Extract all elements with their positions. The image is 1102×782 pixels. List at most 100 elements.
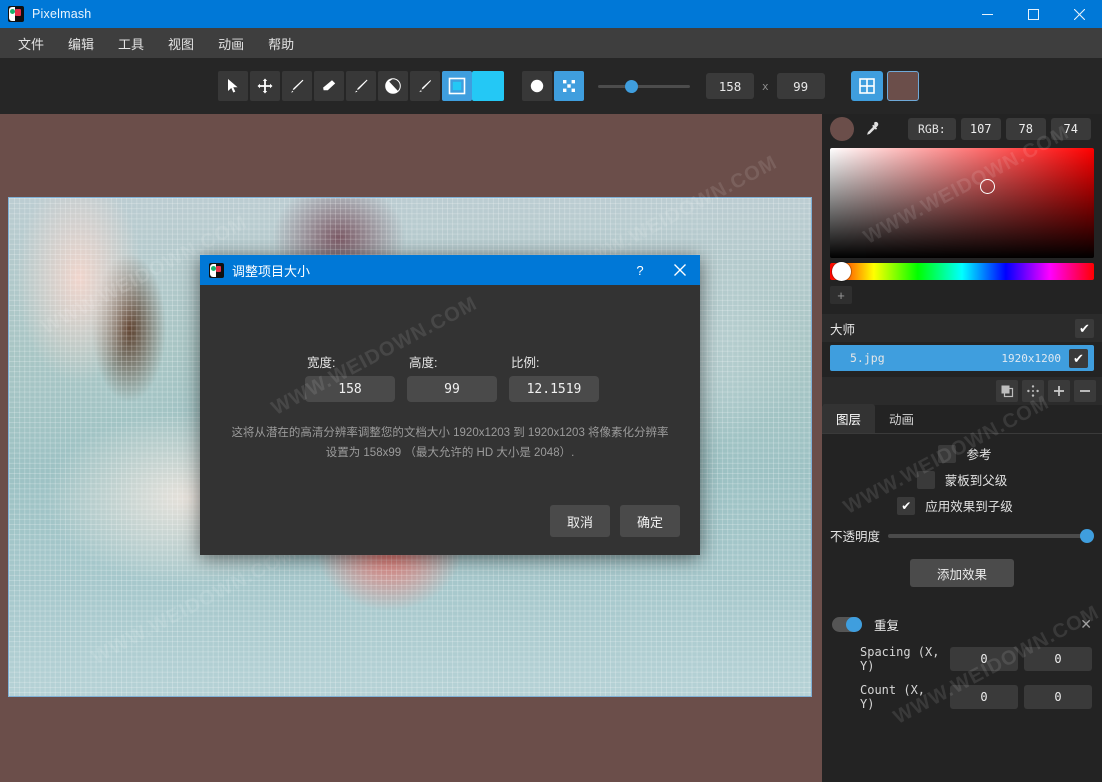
layer-visibility-checkbox[interactable]: ✔: [1075, 318, 1094, 338]
ok-button[interactable]: 确定: [620, 505, 680, 537]
layer-name: 5.jpg: [850, 351, 885, 365]
color-mode-label[interactable]: RGB:: [908, 118, 956, 140]
dialog-title-buttons: ?: [620, 255, 700, 285]
pencil-tool[interactable]: [282, 71, 312, 101]
smudge-tool[interactable]: [410, 71, 440, 101]
width-input[interactable]: 158: [305, 376, 395, 402]
saturation-value-picker[interactable]: [830, 148, 1094, 258]
close-button[interactable]: [1056, 0, 1102, 28]
hue-knob[interactable]: [832, 262, 851, 281]
minimize-button[interactable]: [964, 0, 1010, 28]
dialog-fields: 宽度: 158 高度: 99 比例: 12.1519: [305, 285, 700, 402]
add-swatch-button[interactable]: +: [830, 286, 852, 304]
mask-to-parent-label: 蒙板到父级: [944, 474, 1008, 488]
menu-item-file[interactable]: 文件: [8, 30, 54, 57]
duplicate-layer-button[interactable]: [996, 380, 1018, 402]
tool-buttons-group: [218, 71, 504, 101]
brush-tool[interactable]: [346, 71, 376, 101]
mask-to-parent-checkbox[interactable]: [916, 470, 935, 489]
effect-enable-toggle[interactable]: [832, 616, 862, 632]
dialog-title-bar: 调整项目大小 ?: [200, 255, 700, 285]
count-x-input[interactable]: 0: [950, 685, 1018, 709]
apply-effects-checkbox[interactable]: ✔: [897, 496, 916, 515]
eraser-tool[interactable]: [314, 71, 344, 101]
ratio-input[interactable]: 12.1519: [509, 376, 599, 402]
opacity-knob[interactable]: [1080, 528, 1094, 543]
spacing-x-input[interactable]: 0: [950, 647, 1018, 671]
tab-animation[interactable]: 动画: [875, 404, 928, 433]
select-arrow-tool[interactable]: [218, 71, 248, 101]
eyedropper-icon[interactable]: [858, 117, 884, 141]
move-tool[interactable]: [250, 71, 280, 101]
panel-tabs: 图层 动画: [822, 404, 1102, 434]
layers-list: 大师 ✔ 5.jpg 1920x1200 ✔: [822, 314, 1102, 371]
current-color-swatch[interactable]: [830, 117, 854, 141]
option-reference-row[interactable]: 参考: [830, 444, 1094, 463]
color-blue-input[interactable]: 74: [1050, 118, 1091, 140]
sv-cursor[interactable]: [980, 179, 995, 194]
size-separator: x: [762, 79, 769, 93]
menu-item-edit[interactable]: 编辑: [58, 30, 104, 57]
title-bar: Pixelmash: [0, 0, 1102, 28]
move-layer-button[interactable]: [1022, 380, 1044, 402]
count-y-input[interactable]: 0: [1024, 685, 1092, 709]
circle-brush-tool[interactable]: [522, 71, 552, 101]
maximize-button[interactable]: [1010, 0, 1056, 28]
slider-knob[interactable]: [625, 79, 638, 93]
hue-slider[interactable]: [830, 262, 1094, 281]
dialog-help-button[interactable]: ?: [620, 255, 660, 285]
layer-visibility-checkbox[interactable]: ✔: [1069, 348, 1088, 368]
cancel-button[interactable]: 取消: [550, 505, 610, 537]
color-green-input[interactable]: 78: [1005, 118, 1046, 140]
height-label: 高度:: [409, 356, 438, 370]
opacity-label: 不透明度: [830, 530, 881, 544]
toggle-grid-button[interactable]: [850, 71, 883, 101]
option-mask-to-parent-row[interactable]: 蒙板到父级: [830, 470, 1094, 489]
effect-count-row: Count (X, Y) 0 0: [822, 683, 1102, 711]
brush-size-slider[interactable]: [598, 75, 690, 97]
background-color-swatch[interactable]: [886, 71, 919, 101]
field-height: 高度: 99: [407, 352, 497, 402]
application-window: Pixelmash 文件 编辑 工具 视图 动画 帮助 158 x 99 RGB…: [0, 0, 1102, 782]
paint-bucket-tool[interactable]: [378, 71, 408, 101]
layer-options: 参考 蒙板到父级 ✔ 应用效果到子级: [822, 434, 1102, 515]
add-effect-button[interactable]: 添加效果: [910, 559, 1014, 587]
menu-item-view[interactable]: 视图: [158, 30, 204, 57]
canvas-height-input[interactable]: 99: [776, 73, 825, 99]
color-red-input[interactable]: 107: [960, 118, 1001, 140]
dialog-title: 调整项目大小: [232, 263, 311, 279]
dialog-description: 这将从潜在的高清分辨率调整您的文档大小 1920x1203 到 1920x120…: [231, 427, 669, 459]
layer-row-master[interactable]: 大师 ✔: [822, 314, 1102, 342]
menu-item-animation[interactable]: 动画: [208, 30, 254, 57]
dialog-close-button[interactable]: [660, 255, 700, 285]
reference-checkbox[interactable]: [938, 444, 957, 463]
color-header: RGB: 107 78 74: [822, 114, 1102, 144]
spacing-label: Spacing (X, Y): [860, 645, 940, 673]
tab-layers[interactable]: 图层: [822, 404, 876, 433]
window-controls: [964, 0, 1102, 28]
resize-project-dialog: 调整项目大小 ? 宽度: 158 高度: 99 比例: 12.1519 这将从潜…: [200, 255, 700, 555]
layer-actions-toolbar: [822, 377, 1102, 405]
canvas-width-input[interactable]: 158: [706, 73, 754, 99]
layer-dimensions: 1920x1200: [1001, 351, 1061, 365]
width-label: 宽度:: [307, 356, 336, 370]
reference-label: 参考: [966, 448, 992, 462]
spacing-y-input[interactable]: 0: [1024, 647, 1092, 671]
add-layer-button[interactable]: [1048, 380, 1070, 402]
opacity-slider[interactable]: [888, 527, 1094, 545]
height-input[interactable]: 99: [407, 376, 497, 402]
apply-effects-label: 应用效果到子级: [925, 500, 1013, 514]
option-apply-effects-row[interactable]: ✔ 应用效果到子级: [830, 496, 1094, 515]
remove-layer-button[interactable]: [1074, 380, 1096, 402]
foreground-color-swatch[interactable]: [472, 71, 504, 101]
dither-brush-tool[interactable]: [554, 71, 584, 101]
menu-item-tools[interactable]: 工具: [108, 30, 154, 57]
layer-row-image[interactable]: 5.jpg 1920x1200 ✔: [830, 345, 1094, 371]
effect-remove-icon[interactable]: ✕: [1080, 617, 1092, 631]
dialog-app-logo-icon: [209, 262, 224, 278]
app-logo-icon: [8, 6, 24, 22]
dialog-buttons: 取消 确定: [540, 505, 680, 537]
app-title: Pixelmash: [32, 7, 92, 21]
menu-item-help[interactable]: 帮助: [258, 30, 304, 57]
shape-rectangle-tool[interactable]: [442, 71, 472, 101]
